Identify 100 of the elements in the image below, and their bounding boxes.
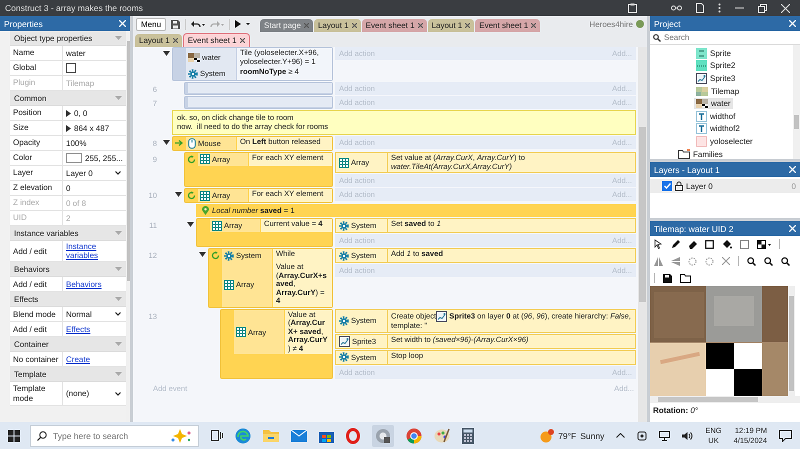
close-icon[interactable] <box>352 23 357 28</box>
o-logo-icon[interactable] <box>346 428 360 444</box>
weather-temperature[interactable]: 79°F <box>558 430 576 440</box>
paint-bucket-icon[interactable] <box>722 240 732 248</box>
calculator-icon[interactable] <box>462 428 474 444</box>
close-icon[interactable] <box>240 38 245 43</box>
close-icon[interactable] <box>172 38 178 43</box>
link[interactable]: Behaviors <box>66 280 102 289</box>
collapse-arrow-icon[interactable] <box>163 51 170 56</box>
weather-condition[interactable]: Sunny <box>580 430 604 440</box>
tab[interactable]: Event sheet 1 <box>362 19 427 32</box>
clipboard-icon[interactable] <box>628 3 637 13</box>
layer-row[interactable]: Layer 0 0 <box>650 179 800 193</box>
taskbar-search-field[interactable]: Type here to search <box>30 424 199 446</box>
minimize-icon[interactable] <box>735 7 744 9</box>
undo-icon[interactable] <box>191 20 206 28</box>
tab[interactable]: Layout 1 <box>428 19 474 32</box>
checkbox[interactable] <box>662 181 672 191</box>
lock-icon[interactable] <box>675 181 683 191</box>
section-header[interactable]: Container <box>10 337 126 352</box>
save-icon[interactable] <box>663 274 672 282</box>
tree-item[interactable]: water <box>694 98 733 110</box>
tab[interactable]: Event sheet 1 <box>475 19 540 32</box>
tab[interactable]: Layout 1 <box>314 19 361 32</box>
scrollbar[interactable] <box>793 45 800 159</box>
paint-palette-icon[interactable] <box>434 428 450 443</box>
chevron-down-icon[interactable] <box>114 392 121 396</box>
glasses-icon[interactable] <box>671 5 682 11</box>
collapse-arrow-icon[interactable] <box>199 252 206 258</box>
close-icon[interactable] <box>418 23 423 28</box>
app-icon[interactable] <box>375 428 391 444</box>
close-icon[interactable] <box>531 23 536 28</box>
search-icon[interactable] <box>781 256 790 266</box>
section-header[interactable]: Behaviors <box>10 262 126 278</box>
pencil-icon[interactable] <box>671 240 680 248</box>
network-icon[interactable] <box>659 430 670 440</box>
pointer-icon[interactable] <box>654 239 663 249</box>
tile-brush-icon[interactable] <box>757 240 771 248</box>
menu-button[interactable]: Menu <box>136 18 166 30</box>
section-header[interactable]: Effects <box>10 292 126 308</box>
folder-icon[interactable] <box>680 274 691 282</box>
checkbox[interactable] <box>66 63 76 73</box>
tree-item[interactable]: Sprite3 <box>694 72 738 85</box>
scrollbar[interactable] <box>638 47 647 422</box>
tree-item[interactable]: Tilemap <box>694 86 742 97</box>
restore-icon[interactable] <box>758 4 767 12</box>
section-header[interactable]: Template <box>10 367 126 382</box>
link[interactable]: Create <box>66 354 90 364</box>
search-input[interactable]: Search <box>664 33 797 42</box>
avatar[interactable] <box>636 20 644 28</box>
section-header[interactable]: Object type properties <box>10 31 126 46</box>
windows-logo-icon[interactable] <box>8 430 20 442</box>
zoom-in-icon[interactable] <box>747 256 756 266</box>
color-swatch[interactable] <box>66 153 82 163</box>
tree-item[interactable]: widthof2 <box>694 122 742 136</box>
tray-app-icon[interactable] <box>637 430 648 440</box>
tree-item[interactable]: widthof <box>694 110 738 123</box>
browser-icon[interactable] <box>235 428 251 444</box>
more-icon[interactable] <box>718 3 721 13</box>
scrollbar[interactable] <box>650 396 800 403</box>
expand-arrow-icon[interactable] <box>66 124 71 132</box>
mail-icon[interactable] <box>291 430 307 442</box>
dropdown[interactable]: Normal <box>66 310 123 319</box>
tree-item[interactable]: Sprite <box>694 46 733 60</box>
tab[interactable]: Layout 1 <box>135 34 182 47</box>
grid-icon <box>200 154 210 164</box>
expand-arrow-icon[interactable] <box>66 110 71 116</box>
link[interactable]: Instance variables <box>66 242 123 260</box>
dropdown[interactable]: Layer 0 <box>66 168 123 178</box>
collapse-arrow-icon[interactable] <box>175 192 182 198</box>
rectangle-icon[interactable] <box>705 240 714 248</box>
weather-sun-icon[interactable] <box>540 428 554 442</box>
tree-item[interactable]: Sprite2 <box>694 59 738 72</box>
collapse-arrow-icon[interactable] <box>163 140 170 145</box>
tree-item[interactable]: Families <box>676 148 725 159</box>
close-icon[interactable] <box>465 23 470 28</box>
save-icon[interactable] <box>171 20 180 28</box>
section-header[interactable]: Instance variables <box>10 226 126 241</box>
chevron-down-icon[interactable] <box>114 171 121 175</box>
zoom-out-icon[interactable] <box>764 256 773 266</box>
search-field[interactable]: Search <box>650 31 800 45</box>
selection-icon[interactable] <box>740 240 749 248</box>
tree-item[interactable]: yoloselecter <box>694 134 755 148</box>
grid-icon <box>200 190 210 201</box>
speaker-icon[interactable] <box>682 430 694 440</box>
section-header[interactable]: Common <box>10 91 126 106</box>
search-input[interactable]: Type here to search <box>53 430 164 440</box>
file-icon[interactable] <box>696 3 704 13</box>
collapse-arrow-icon[interactable] <box>187 222 194 228</box>
play-icon[interactable] <box>235 20 252 28</box>
notification-icon[interactable] <box>779 430 792 442</box>
task-view-icon[interactable] <box>211 430 223 441</box>
sprite-icon <box>696 72 707 84</box>
dropdown[interactable]: (none) <box>66 389 123 398</box>
link[interactable]: Effects <box>66 324 90 334</box>
eraser-icon[interactable] <box>688 240 697 248</box>
chevron-up-icon[interactable] <box>616 433 626 438</box>
chrome-icon[interactable] <box>406 428 422 444</box>
tab[interactable]: Event sheet 1 <box>182 33 250 47</box>
chevron-down-icon[interactable] <box>114 312 121 316</box>
